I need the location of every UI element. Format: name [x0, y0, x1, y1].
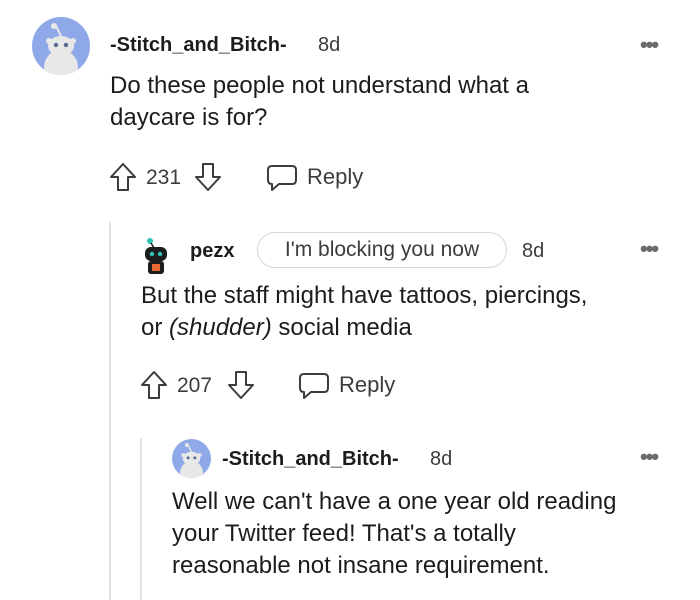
- more-options-icon[interactable]: •••: [640, 444, 659, 470]
- comment-body: Well we can't have a one year old readin…: [172, 486, 616, 582]
- body-text-segment: or: [141, 314, 170, 341]
- upvote-arrow-icon[interactable]: [108, 161, 138, 198]
- reply-button[interactable]: Reply: [297, 369, 407, 401]
- vote-count: 207: [177, 374, 213, 397]
- reply-label: Reply: [339, 372, 396, 397]
- downvote-arrow-icon[interactable]: [226, 369, 256, 406]
- comment-age: 8d: [318, 34, 341, 56]
- downvote-arrow-icon[interactable]: [193, 161, 223, 198]
- thread-line[interactable]: [109, 222, 111, 600]
- speech-bubble-icon: [267, 165, 297, 191]
- comment-body-line: reasonable not insane requirement.: [172, 552, 550, 579]
- comment-body-line: or (shudder) social media: [141, 312, 587, 344]
- more-options-icon[interactable]: •••: [640, 32, 659, 58]
- comment-body: Do these people not understand what a da…: [110, 70, 529, 134]
- speech-bubble-icon: [299, 373, 329, 399]
- comment-body-line: your Twitter feed! That's a totally: [172, 520, 516, 547]
- comment-age: 8d: [430, 448, 453, 470]
- more-options-icon[interactable]: •••: [640, 236, 659, 262]
- reply-label: Reply: [307, 164, 364, 189]
- comment-body-line: But the staff might have tattoos, pierci…: [141, 282, 588, 309]
- vote-count: 231: [146, 166, 182, 189]
- body-text-segment: social media: [271, 314, 412, 341]
- emphasized-text: (shudder): [169, 314, 272, 341]
- comment-body-line: Well we can't have a one year old readin…: [172, 488, 617, 515]
- comment-username[interactable]: -Stitch_and_Bitch-: [222, 448, 399, 471]
- thread-line[interactable]: [140, 438, 142, 600]
- reply-button[interactable]: Reply: [265, 161, 375, 193]
- comment-body-line: Do these people not understand what a: [110, 72, 529, 99]
- snoo-avatar-icon[interactable]: [32, 17, 90, 75]
- comment-age: 8d: [522, 240, 545, 262]
- comment-body-line: daycare is for?: [110, 104, 268, 131]
- comment-username[interactable]: -Stitch_and_Bitch-: [110, 34, 287, 57]
- comment-body: But the staff might have tattoos, pierci…: [141, 280, 587, 344]
- comment-username[interactable]: pezx: [190, 240, 234, 263]
- upvote-arrow-icon[interactable]: [139, 369, 169, 406]
- snoo-avatar-icon[interactable]: [172, 439, 211, 478]
- pezx-avatar-icon[interactable]: [142, 236, 170, 276]
- user-flair: I'm blocking you now: [257, 232, 507, 268]
